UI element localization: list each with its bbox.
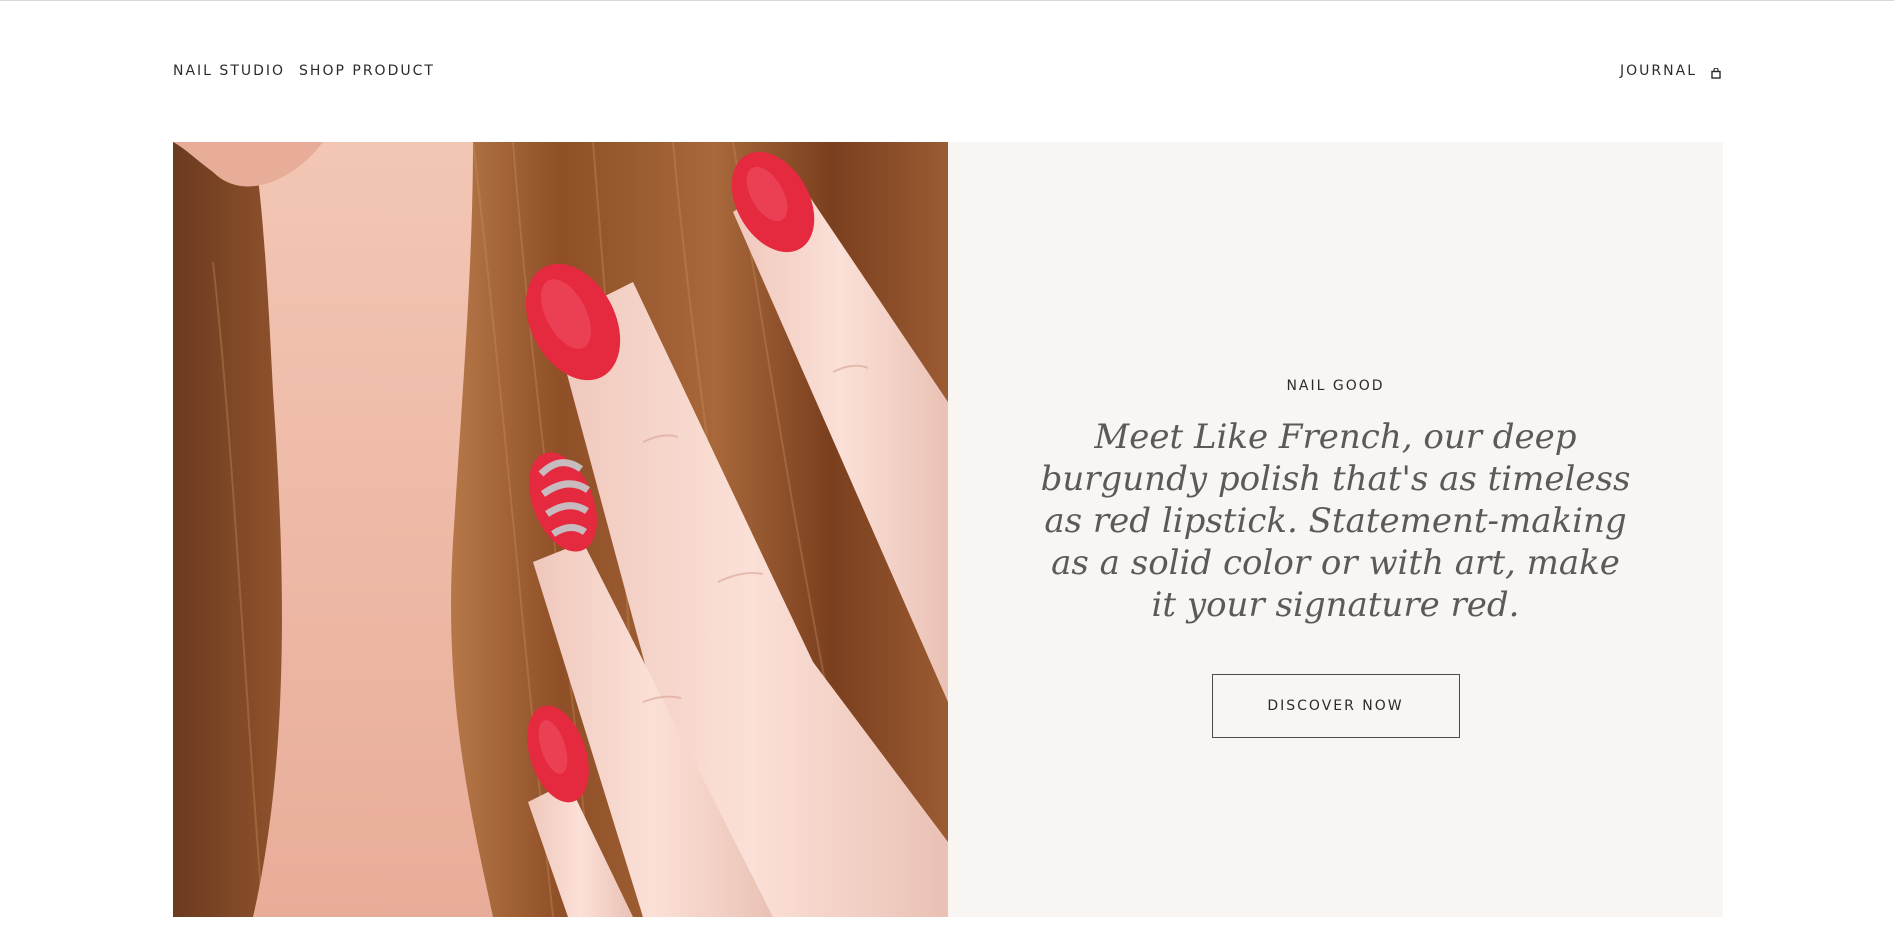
shopping-bag-icon[interactable]	[1711, 66, 1721, 79]
hero-image-manicured-hand	[173, 142, 948, 917]
hero-headline: Meet Like French, our deep burgundy poli…	[1040, 416, 1631, 625]
nav-link-journal[interactable]: JOURNAL	[1620, 63, 1697, 79]
nav-link-nail-studio[interactable]: NAIL STUDIO	[173, 63, 285, 79]
hero-eyebrow: NAIL GOOD	[1286, 377, 1385, 394]
nav-left-group: NAIL STUDIO SHOP PRODUCT	[173, 63, 435, 79]
hero-content-panel: NAIL GOOD Meet Like French, our deep bur…	[948, 142, 1723, 917]
hero-section: NAIL GOOD Meet Like French, our deep bur…	[173, 142, 1723, 917]
top-divider	[0, 0, 1894, 1]
discover-now-button[interactable]: DISCOVER NOW	[1211, 673, 1460, 738]
nav-link-shop-product[interactable]: SHOP PRODUCT	[299, 63, 435, 79]
nav-right-group: JOURNAL	[1620, 63, 1721, 79]
top-navigation: NAIL STUDIO SHOP PRODUCT JOURNAL	[173, 60, 1721, 82]
